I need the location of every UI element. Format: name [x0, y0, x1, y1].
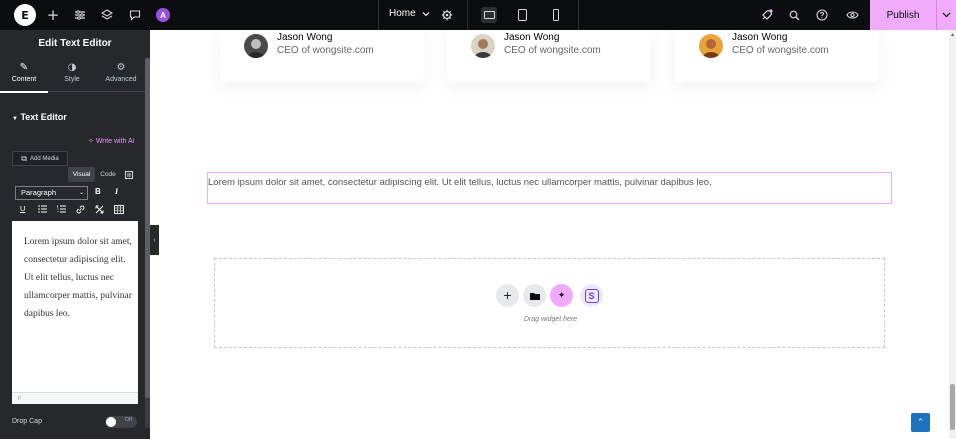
add-media-label: Add Media: [30, 155, 59, 162]
ai-sparkle-button[interactable]: ✦: [550, 284, 573, 307]
avatar: [471, 34, 495, 58]
collapse-panel-button[interactable]: ‹: [150, 225, 159, 255]
publish-options-chevron-icon[interactable]: [936, 0, 956, 30]
arrow-up-icon: ⌃: [916, 417, 925, 428]
text-widget-content: Lorem ipsum dolor sit amet, consectetur …: [208, 177, 712, 188]
fullscreen-icon[interactable]: [95, 205, 104, 214]
help-icon[interactable]: [815, 0, 829, 30]
preview-canvas: Jason Wong CEO of wongsite.com Jason Won…: [159, 30, 956, 439]
notifications-rocket-icon[interactable]: [758, 0, 774, 30]
avatar: [244, 34, 268, 58]
format-select[interactable]: Paragraph ⌄: [15, 186, 88, 200]
tab-style[interactable]: ◑ Style: [48, 62, 96, 83]
site-logo-icon: S: [584, 288, 599, 303]
table-icon[interactable]: [114, 205, 124, 214]
tablet-view-icon[interactable]: [514, 7, 530, 23]
chevron-left-icon: ‹: [153, 236, 156, 244]
testimonial-name: Jason Wong: [732, 32, 788, 43]
bullet-list-icon[interactable]: [38, 205, 47, 213]
format-select-value: Paragraph: [21, 188, 57, 197]
add-template-folder-icon[interactable]: [523, 284, 546, 307]
format-toolbar: Paragraph ⌄ B I: [12, 184, 138, 202]
comments-icon[interactable]: [127, 0, 143, 30]
caret-down-icon: ▼: [12, 116, 18, 122]
gear-icon: ⚙: [116, 62, 126, 73]
testimonial-card[interactable]: Jason Wong CEO of wongsite.com: [220, 30, 424, 82]
link-icon[interactable]: [76, 205, 85, 214]
divider: [578, 0, 579, 30]
editor-status-bar: p: [12, 392, 138, 404]
editor-panel: Edit Text Editor ✎ Content ◑ Style ⚙ Adv…: [0, 30, 150, 439]
chevron-down-icon: [422, 11, 430, 16]
add-element-icon[interactable]: +: [45, 0, 61, 30]
testimonial-name: Jason Wong: [504, 32, 560, 43]
drop-cap-label: Drop Cap: [12, 418, 42, 425]
add-section-button[interactable]: +: [496, 284, 519, 307]
canvas-scroll-thumb[interactable]: [950, 384, 955, 430]
testimonial-role: CEO of wongsite.com: [504, 45, 601, 56]
write-with-ai-button[interactable]: ✧ Write with AI: [88, 137, 135, 145]
editor-content[interactable]: Lorem ipsum dolor sit amet, consectetur …: [24, 233, 132, 323]
underline-button[interactable]: U: [20, 204, 25, 213]
sparkle-icon: ✧: [88, 138, 94, 145]
section-toggle[interactable]: ▼ Text Editor: [12, 112, 67, 122]
half-circle-icon: ◑: [67, 62, 77, 73]
divider: [467, 0, 468, 30]
sparkle-icon: ✦: [557, 290, 566, 301]
testimonial-card[interactable]: Jason Wong CEO of wongsite.com: [447, 30, 651, 82]
page-selector-label: Home: [389, 8, 416, 19]
write-with-ai-label: Write with AI: [95, 138, 135, 145]
page-selector[interactable]: Home: [389, 8, 430, 19]
search-icon[interactable]: [787, 0, 801, 30]
code-tab[interactable]: Code: [95, 167, 121, 182]
page-settings-gear-icon[interactable]: [440, 0, 454, 30]
mobile-view-icon[interactable]: [548, 7, 564, 23]
elementor-logo-icon[interactable]: E: [14, 4, 36, 26]
panel-title: Edit Text Editor: [38, 38, 112, 49]
panel-tabs: ✎ Content ◑ Style ⚙ Advanced: [0, 58, 145, 92]
drop-cap-switch[interactable]: Off: [105, 416, 137, 428]
preview-eye-icon[interactable]: [844, 0, 860, 30]
testimonial-card[interactable]: Jason Wong CEO of wongsite.com: [675, 30, 879, 82]
tab-label: Content: [11, 76, 37, 83]
layers-icon[interactable]: [99, 0, 115, 30]
drop-zone-label: Drag widget here: [523, 316, 578, 323]
tab-label: Style: [64, 76, 80, 83]
bold-button[interactable]: B: [95, 187, 101, 196]
visual-tab[interactable]: Visual: [68, 167, 95, 182]
publish-button[interactable]: Publish: [870, 0, 936, 30]
plus-icon: +: [502, 289, 513, 302]
tab-content[interactable]: ✎ Content: [0, 62, 48, 83]
tab-advanced[interactable]: ⚙ Advanced: [97, 62, 145, 83]
add-media-button[interactable]: ⧉ Add Media: [12, 151, 68, 166]
site-kit-button[interactable]: S: [580, 284, 603, 307]
ai-avatar-icon[interactable]: A: [156, 8, 170, 22]
italic-button[interactable]: I: [115, 187, 118, 196]
tab-label: Advanced: [105, 76, 137, 83]
numbered-list-icon[interactable]: [57, 205, 66, 213]
settings-sliders-icon[interactable]: [72, 0, 88, 30]
chevron-down-icon: ⌄: [78, 190, 84, 196]
format-toolbar-row2: U: [12, 203, 138, 217]
text-editor-widget[interactable]: Lorem ipsum dolor sit amet, consectetur …: [207, 172, 892, 204]
media-icon: ⧉: [21, 153, 28, 163]
pencil-icon: ✎: [19, 62, 29, 73]
section-title: Text Editor: [20, 112, 67, 122]
drop-zone[interactable]: + ✦ S Drag widget here: [214, 258, 885, 348]
testimonial-role: CEO of wongsite.com: [277, 45, 374, 56]
desktop-view-icon[interactable]: [481, 7, 497, 23]
switch-knob: [106, 417, 116, 427]
divider: [378, 0, 379, 30]
testimonial-name: Jason Wong: [277, 32, 333, 43]
text-editor-area[interactable]: Lorem ipsum dolor sit amet, consectetur …: [12, 221, 138, 404]
back-to-top-button[interactable]: ⌃: [911, 413, 930, 432]
testimonial-role: CEO of wongsite.com: [732, 45, 829, 56]
canvas-scrollbar[interactable]: [949, 30, 956, 439]
switch-state: Off: [124, 417, 132, 423]
avatar: [699, 34, 723, 58]
top-bar: E + A Home Publish: [0, 0, 956, 30]
scroll-up-arrow-icon[interactable]: ▲: [949, 32, 956, 38]
toolbar-toggle-icon[interactable]: [121, 167, 137, 182]
active-tab-indicator: [0, 91, 48, 93]
